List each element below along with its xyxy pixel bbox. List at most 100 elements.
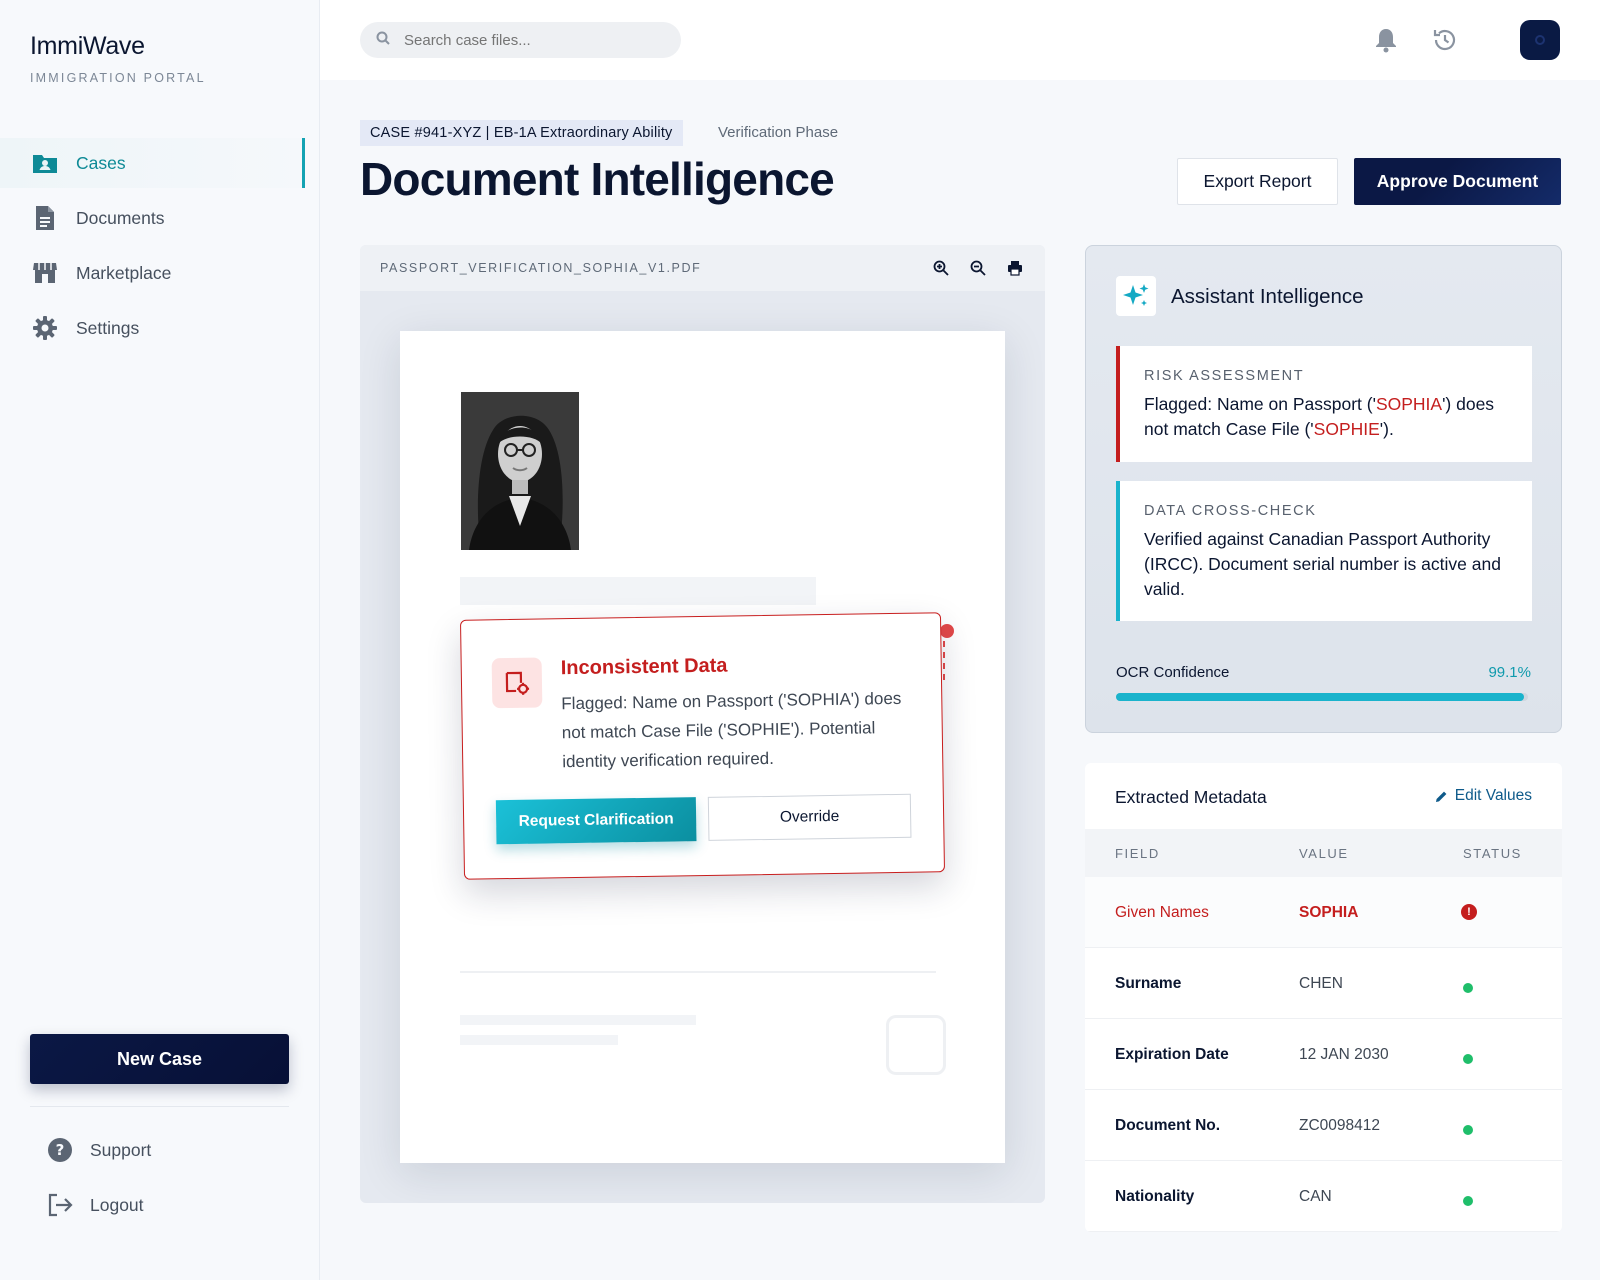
assistant-title: Assistant Intelligence xyxy=(1171,285,1364,308)
placeholder-line xyxy=(460,1015,696,1025)
new-case-button[interactable]: New Case xyxy=(30,1034,289,1084)
sidebar-item-label: Cases xyxy=(76,152,126,173)
ocr-confidence-label: OCR Confidence xyxy=(1116,664,1230,681)
folder-user-icon xyxy=(32,150,58,176)
status-ok-dot xyxy=(1463,1196,1473,1206)
bell-icon[interactable] xyxy=(1370,24,1402,56)
viewer-filename: PASSPORT_VERIFICATION_SOPHIA_V1.PDF xyxy=(380,261,702,275)
placeholder-box xyxy=(886,1015,946,1075)
sidebar-item-settings[interactable]: Settings xyxy=(0,303,305,353)
table-row[interactable]: Document No. ZC0098412 xyxy=(1085,1090,1562,1161)
brand[interactable]: ImmiWave IMMIGRATION PORTAL xyxy=(30,32,206,85)
sparkle-icon xyxy=(1116,276,1156,316)
cross-check-text: Verified against Canadian Passport Autho… xyxy=(1144,529,1501,599)
alert-pin[interactable] xyxy=(940,624,954,638)
sidebar: ImmiWave IMMIGRATION PORTAL Cases Docume… xyxy=(0,0,320,1280)
pencil-icon xyxy=(1435,790,1448,803)
metadata-field: Given Names xyxy=(1115,904,1209,921)
case-tag: CASE #941-XYZ | EB-1A Extraordinary Abil… xyxy=(360,120,683,146)
alert-message: Flagged: Name on Passport ('SOPHIA') doe… xyxy=(561,688,902,772)
export-report-button[interactable]: Export Report xyxy=(1177,158,1338,205)
help-circle-icon: ? xyxy=(46,1136,74,1164)
risk-assessment-text: Flagged: Name on Passport ('SOPHIA') doe… xyxy=(1144,392,1510,442)
sidebar-item-documents[interactable]: Documents xyxy=(0,193,305,243)
metadata-field: Nationality xyxy=(1115,1188,1195,1205)
logout-link[interactable]: Logout xyxy=(46,1191,286,1219)
sidebar-divider xyxy=(30,1106,289,1107)
sidebar-item-label: Settings xyxy=(76,317,140,338)
metadata-value: ZC0098412 xyxy=(1299,1117,1381,1134)
table-row[interactable]: Nationality CAN xyxy=(1085,1161,1562,1232)
gear-icon xyxy=(32,315,58,341)
inconsistent-data-alert: Inconsistent Data Flagged: Name on Passp… xyxy=(459,612,946,880)
placeholder-line xyxy=(460,577,816,605)
metadata-field: Document No. xyxy=(1115,1117,1221,1134)
request-clarification-button[interactable]: Request Clarification xyxy=(495,797,697,845)
column-header-value: VALUE xyxy=(1299,846,1349,861)
column-header-field: FIELD xyxy=(1115,846,1160,861)
metadata-value: CAN xyxy=(1299,1188,1332,1205)
phase-label: Verification Phase xyxy=(718,124,839,141)
risk-assessment-card: RISK ASSESSMENT Flagged: Name on Passpor… xyxy=(1116,346,1532,462)
risk-text-part: '). xyxy=(1379,419,1394,439)
search-bar[interactable] xyxy=(360,22,681,58)
metadata-field: Surname xyxy=(1115,975,1182,992)
metadata-table-header: FIELD VALUE STATUS xyxy=(1085,829,1562,877)
zoom-in-icon[interactable] xyxy=(930,257,952,279)
sidebar-item-marketplace[interactable]: Marketplace xyxy=(0,248,305,298)
sidebar-item-cases[interactable]: Cases xyxy=(0,138,305,188)
status-error-icon: ! xyxy=(1461,904,1477,920)
logout-label: Logout xyxy=(90,1194,144,1215)
status-ok-dot xyxy=(1463,983,1473,993)
assistant-panel: Assistant Intelligence RISK ASSESSMENT F… xyxy=(1085,245,1562,733)
cross-check-label: DATA CROSS-CHECK xyxy=(1144,503,1317,519)
metadata-value: CHEN xyxy=(1299,975,1343,992)
page-title: Document Intelligence xyxy=(360,153,835,205)
svg-text:?: ? xyxy=(56,1141,65,1159)
metadata-value: SOPHIA xyxy=(1299,904,1359,921)
risk-name-case: SOPHIE xyxy=(1313,419,1380,439)
table-row[interactable]: Surname CHEN xyxy=(1085,948,1562,1019)
history-icon[interactable] xyxy=(1429,24,1461,56)
document-divider xyxy=(460,971,936,973)
status-ok-dot xyxy=(1463,1125,1473,1135)
avatar-dot xyxy=(1535,35,1545,45)
storefront-icon xyxy=(32,260,58,286)
edit-values-label: Edit Values xyxy=(1454,787,1532,804)
ocr-confidence-fill xyxy=(1116,693,1525,701)
extracted-metadata-panel: Extracted Metadata Edit Values FIELD VAL… xyxy=(1085,763,1562,1232)
ocr-confidence-value: 99.1% xyxy=(1488,664,1531,681)
risk-assessment-label: RISK ASSESSMENT xyxy=(1144,368,1305,384)
metadata-value: 12 JAN 2030 xyxy=(1299,1046,1389,1063)
approve-document-button[interactable]: Approve Document xyxy=(1354,158,1561,205)
column-header-status: STATUS xyxy=(1463,846,1522,861)
metadata-title: Extracted Metadata xyxy=(1115,787,1267,807)
print-icon[interactable] xyxy=(1004,257,1026,279)
search-input[interactable] xyxy=(404,31,664,49)
edit-values-link[interactable]: Edit Values xyxy=(1435,787,1532,805)
sidebar-item-label: Documents xyxy=(76,207,165,228)
passport-photo xyxy=(461,392,579,550)
zoom-out-icon[interactable] xyxy=(967,257,989,279)
logout-icon xyxy=(46,1191,74,1219)
metadata-field: Expiration Date xyxy=(1115,1046,1229,1063)
sidebar-item-label: Marketplace xyxy=(76,262,172,283)
alert-title: Inconsistent Data xyxy=(560,654,728,680)
table-row[interactable]: Given Names SOPHIA! xyxy=(1085,877,1562,948)
top-bar xyxy=(320,0,1600,80)
sidebar-nav: Cases Documents Marketplace Settings xyxy=(0,138,305,358)
support-label: Support xyxy=(90,1139,152,1160)
search-icon xyxy=(376,31,390,50)
risk-text-part: Flagged: Name on Passport (' xyxy=(1144,394,1376,414)
status-ok-dot xyxy=(1463,1054,1473,1064)
viewer-toolbar: PASSPORT_VERIFICATION_SOPHIA_V1.PDF xyxy=(360,245,1045,291)
data-cross-check-card: DATA CROSS-CHECK Verified against Canadi… xyxy=(1116,481,1532,621)
avatar[interactable] xyxy=(1520,20,1560,60)
override-button[interactable]: Override xyxy=(707,793,912,841)
support-link[interactable]: ? Support xyxy=(46,1136,286,1164)
document-warning-icon xyxy=(491,657,543,709)
ocr-confidence-bar xyxy=(1116,693,1528,701)
risk-name-passport: SOPHIA xyxy=(1375,394,1443,414)
table-row[interactable]: Expiration Date 12 JAN 2030 xyxy=(1085,1019,1562,1090)
brand-name: ImmiWave xyxy=(30,32,145,60)
